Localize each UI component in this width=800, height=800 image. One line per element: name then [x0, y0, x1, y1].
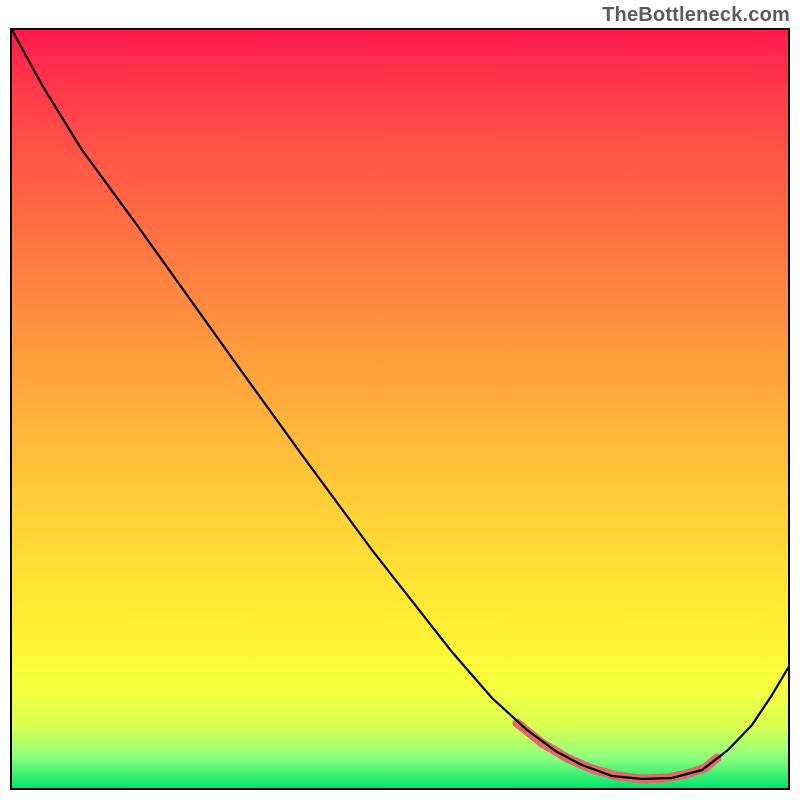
valley-highlight-path	[517, 723, 717, 779]
watermark-text: TheBottleneck.com	[602, 4, 790, 27]
plot-area	[10, 28, 790, 790]
chart-container: TheBottleneck.com	[0, 0, 800, 800]
chart-svg	[12, 30, 788, 788]
curve-path	[12, 30, 788, 779]
